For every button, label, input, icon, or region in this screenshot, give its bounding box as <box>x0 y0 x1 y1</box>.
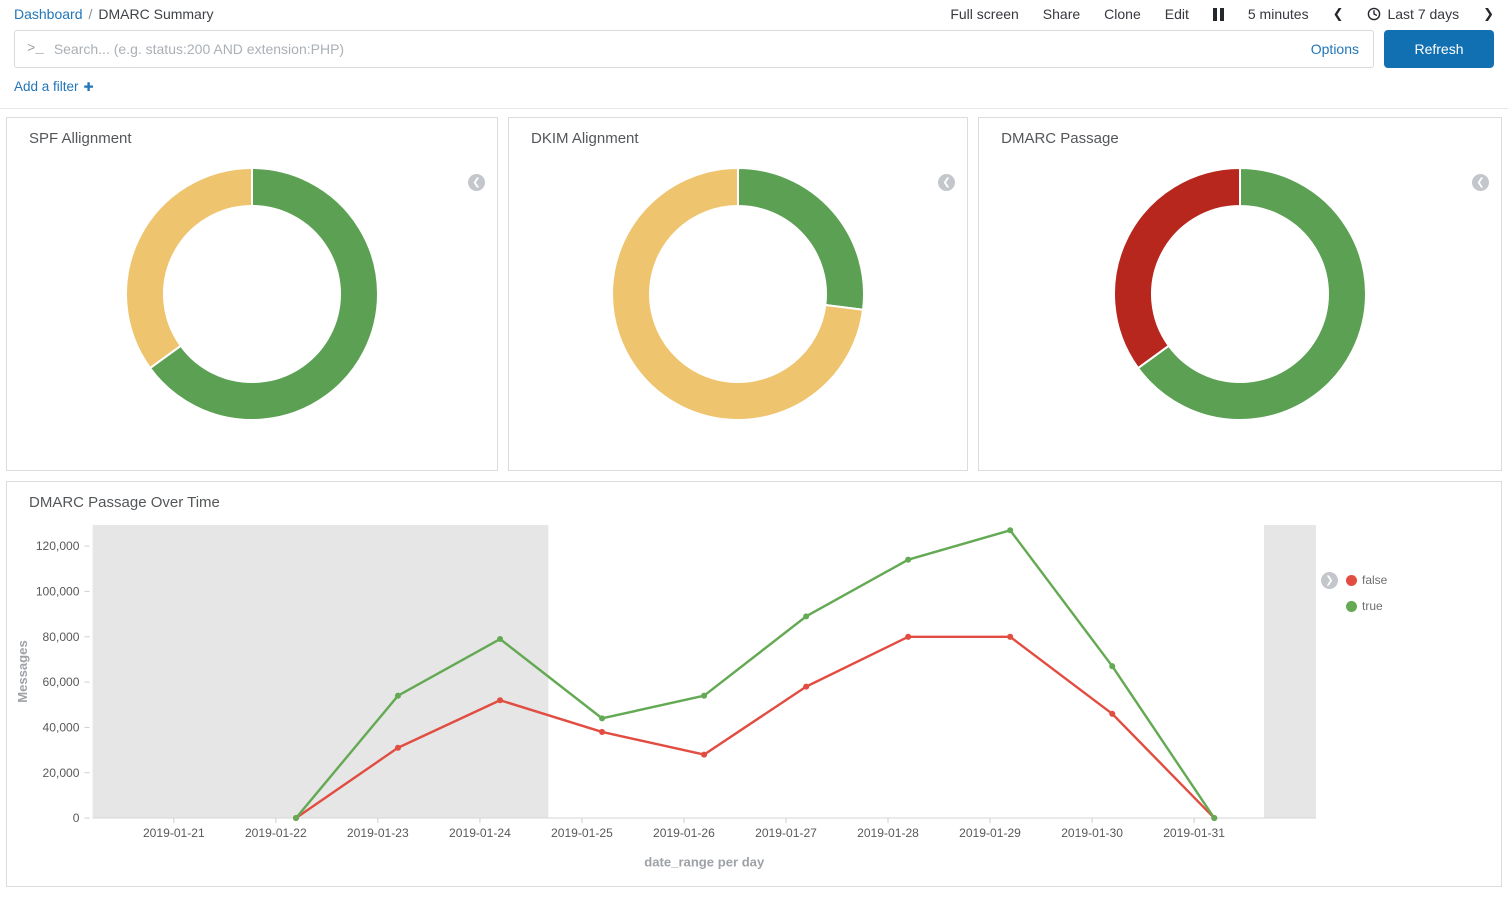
legend-collapse-button[interactable]: ❮ <box>468 174 485 191</box>
dashboard: SPF Allignment ❮ DKIM Alignment ❮ DMARC … <box>0 109 1508 893</box>
svg-text:60,000: 60,000 <box>43 675 80 689</box>
pause-button[interactable] <box>1213 8 1224 21</box>
legend-expand-button[interactable]: ❯ <box>1321 572 1338 589</box>
edit-button[interactable]: Edit <box>1165 6 1189 22</box>
pause-icon <box>1220 8 1224 21</box>
svg-text:0: 0 <box>73 811 80 825</box>
legend-collapse-button[interactable]: ❮ <box>1472 174 1489 191</box>
svg-text:2019-01-21: 2019-01-21 <box>143 826 205 840</box>
refresh-button[interactable]: Refresh <box>1384 30 1494 68</box>
console-prompt-icon: >_ <box>27 41 44 57</box>
dmarc-over-time-line-chart[interactable]: 2019-01-21 2019-01-22 2019-01-23 2019-01-24… <box>7 519 1321 873</box>
svg-text:120,000: 120,000 <box>36 539 80 553</box>
time-forward-button[interactable]: ❯ <box>1483 6 1494 22</box>
top-nav: Dashboard / DMARC Summary Full screen Sh… <box>0 0 1508 26</box>
panel-dkim-alignment: DKIM Alignment ❮ <box>508 117 968 471</box>
svg-text:2019-01-27: 2019-01-27 <box>755 826 817 840</box>
svg-text:2019-01-29: 2019-01-29 <box>959 826 1021 840</box>
panel-title: DMARC Passage Over Time <box>7 482 1501 511</box>
pause-icon <box>1213 8 1217 21</box>
search-row: >_ Options Refresh <box>14 30 1494 68</box>
svg-text:2019-01-22: 2019-01-22 <box>245 826 307 840</box>
spf-donut-chart[interactable] <box>7 165 497 423</box>
panel-title: SPF Allignment <box>7 118 497 147</box>
clone-button[interactable]: Clone <box>1104 6 1141 22</box>
series-true-dot-icon <box>1346 601 1357 612</box>
add-filter-label: Add a filter <box>14 79 79 94</box>
panel-dmarc-passage: DMARC Passage ❮ <box>978 117 1502 471</box>
svg-text:80,000: 80,000 <box>43 630 80 644</box>
time-range-button[interactable]: Last 7 days <box>1367 6 1459 22</box>
series-false-dot-icon <box>1346 575 1357 586</box>
dkim-donut-chart[interactable] <box>509 165 967 423</box>
panel-title: DMARC Passage <box>979 118 1501 147</box>
page-title: DMARC Summary <box>98 6 213 22</box>
legend-label: true <box>1362 599 1383 613</box>
svg-text:2019-01-23: 2019-01-23 <box>347 826 409 840</box>
refresh-interval-button[interactable]: 5 minutes <box>1248 6 1309 22</box>
line-chart-body: 2019-01-21 2019-01-22 2019-01-23 2019-01-24… <box>7 519 1501 873</box>
svg-text:2019-01-30: 2019-01-30 <box>1061 826 1123 840</box>
clock-icon <box>1367 7 1381 21</box>
dmarc-donut-chart[interactable] <box>979 165 1501 423</box>
search-box: >_ Options <box>14 30 1374 68</box>
svg-text:2019-01-26: 2019-01-26 <box>653 826 715 840</box>
add-filter-button[interactable]: Add a filter ✚ <box>14 79 94 94</box>
svg-text:2019-01-31: 2019-01-31 <box>1163 826 1225 840</box>
time-range-label: Last 7 days <box>1387 6 1459 22</box>
legend-collapse-button[interactable]: ❮ <box>938 174 955 191</box>
breadcrumb-separator: / <box>89 6 93 22</box>
legend-item-false[interactable]: false <box>1346 573 1387 587</box>
search-input[interactable] <box>54 41 1311 57</box>
time-back-button[interactable]: ❮ <box>1333 6 1344 22</box>
filter-bar: Add a filter ✚ <box>0 76 1508 109</box>
svg-text:2019-01-24: 2019-01-24 <box>449 826 511 840</box>
panel-title: DKIM Alignment <box>509 118 967 147</box>
breadcrumb-dashboard-link[interactable]: Dashboard <box>14 6 83 22</box>
fullscreen-button[interactable]: Full screen <box>950 6 1018 22</box>
svg-text:20,000: 20,000 <box>43 766 80 780</box>
svg-text:Messages: Messages <box>15 640 30 703</box>
breadcrumb: Dashboard / DMARC Summary <box>14 6 214 22</box>
legend-label: false <box>1362 573 1387 587</box>
dashboard-row-2: DMARC Passage Over Time 2019-01-212019-0… <box>6 481 1502 887</box>
panel-spf-alignment: SPF Allignment ❮ <box>6 117 498 471</box>
svg-text:2019-01-25: 2019-01-25 <box>551 826 613 840</box>
share-button[interactable]: Share <box>1043 6 1080 22</box>
plus-icon: ✚ <box>84 80 94 94</box>
chart-legend: ❯ false true <box>1321 519 1501 873</box>
nav-menu: Full screen Share Clone Edit 5 minutes ❮… <box>950 6 1494 22</box>
legend-item-true[interactable]: true <box>1346 599 1383 613</box>
options-link[interactable]: Options <box>1311 41 1359 57</box>
svg-text:date_range per day: date_range per day <box>644 854 765 869</box>
panel-dmarc-over-time: DMARC Passage Over Time 2019-01-212019-0… <box>6 481 1502 887</box>
svg-text:2019-01-28: 2019-01-28 <box>857 826 919 840</box>
svg-text:100,000: 100,000 <box>36 584 80 598</box>
dashboard-row-1: SPF Allignment ❮ DKIM Alignment ❮ DMARC … <box>6 117 1502 471</box>
svg-text:40,000: 40,000 <box>43 720 80 734</box>
